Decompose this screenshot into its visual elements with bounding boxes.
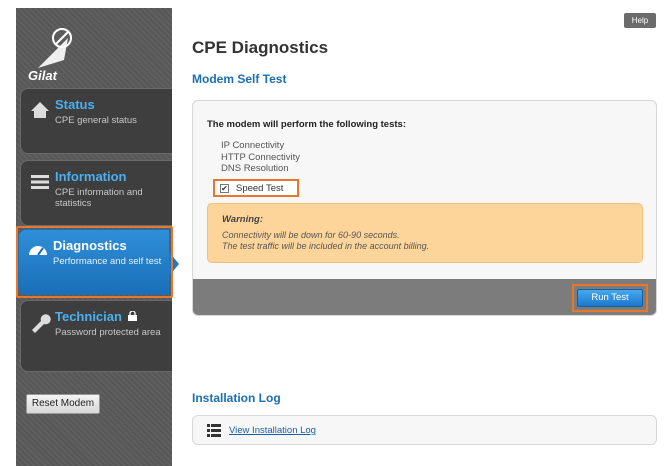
speed-test-checkbox[interactable]: ✔ xyxy=(220,184,229,193)
gilat-logo: Gilat xyxy=(24,24,80,83)
test-item: IP Connectivity xyxy=(221,140,285,151)
test-item: HTTP Connectivity xyxy=(221,151,301,163)
self-test-intro: The modem will perform the following tes… xyxy=(207,119,406,130)
home-icon xyxy=(29,99,51,121)
sidebar-item-title: Technician xyxy=(55,309,122,324)
self-test-panel: The modem will perform the following tes… xyxy=(192,100,657,316)
sidebar-item-title: Information xyxy=(55,169,127,184)
sidebar-item-subtitle: Password protected area xyxy=(55,327,161,338)
warning-line: Connectivity will be down for 60-90 seco… xyxy=(222,230,400,240)
list-icon xyxy=(207,424,221,437)
view-installation-log-link[interactable]: View Installation Log xyxy=(229,425,316,436)
list-icon xyxy=(29,171,51,193)
installation-log-section-title: Installation Log xyxy=(192,391,281,405)
warning-title: Warning: xyxy=(222,214,263,225)
lock-icon xyxy=(127,309,137,324)
speed-test-option[interactable]: ✔ Speed Test xyxy=(213,179,299,197)
help-button[interactable]: Help xyxy=(624,13,656,28)
speed-test-label: Speed Test xyxy=(236,183,284,194)
sidebar-item-subtitle: CPE information and statistics xyxy=(55,187,143,209)
sidebar-item-subtitle: CPE general status xyxy=(55,115,137,126)
test-list: IP Connectivity HTTP Connectivity DNS Re… xyxy=(221,140,300,175)
self-test-section-title: Modem Self Test xyxy=(192,72,287,86)
wrench-icon xyxy=(29,311,51,333)
sidebar-item-title-wrap: Technician xyxy=(55,309,137,324)
sidebar-item-technician[interactable]: Technician Password protected area xyxy=(20,300,172,372)
page-title: CPE Diagnostics xyxy=(192,38,329,57)
run-test-highlight: Run Test xyxy=(572,284,648,312)
run-test-button[interactable]: Run Test xyxy=(577,289,643,307)
test-item: DNS Resolution xyxy=(221,163,289,174)
sidebar-item-status[interactable]: Status CPE general status xyxy=(20,88,172,154)
sidebar-item-information[interactable]: Information CPE information and statisti… xyxy=(20,160,172,226)
warning-line: The test traffic will be included in the… xyxy=(222,241,430,251)
sidebar-item-title: Status xyxy=(55,97,95,112)
active-item-highlight xyxy=(16,226,173,298)
reset-modem-button[interactable]: Reset Modem xyxy=(26,394,100,414)
installation-log-panel: View Installation Log xyxy=(192,415,657,445)
self-test-footer: Run Test xyxy=(193,279,656,315)
warning-box: Warning: Connectivity will be down for 6… xyxy=(207,203,643,263)
logo-text: Gilat xyxy=(28,68,57,83)
